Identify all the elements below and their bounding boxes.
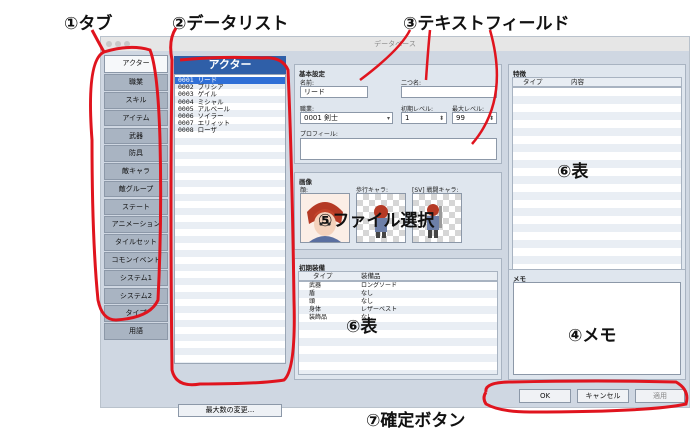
- stepper-arrows-icon[interactable]: ⬍: [439, 113, 444, 123]
- tab-common-events[interactable]: コモンイベント: [104, 252, 168, 269]
- ok-button[interactable]: OK: [519, 389, 571, 403]
- tab-enemies[interactable]: 敵キャラ: [104, 163, 168, 180]
- table-row[interactable]: 装飾品 なし: [299, 314, 497, 322]
- tab-items[interactable]: アイテム: [104, 109, 168, 127]
- equipment-type-cell: 身体: [309, 306, 322, 313]
- equipment-table[interactable]: 武器 ロングソード 盾 なし 頭 なし 身体 レザーベスト 装飾品 なし: [298, 281, 498, 375]
- tab-armors[interactable]: 防具: [104, 145, 168, 162]
- tab-skills[interactable]: スキル: [104, 91, 168, 109]
- traits-table-header: タイプ 内容: [512, 77, 682, 87]
- tab-column: アクター 職業 スキル アイテム 武器 防具 敵キャラ 敵グループ ステート ア…: [104, 55, 168, 341]
- equipment-group: 初期装備 タイプ 装備品 武器 ロングソード 盾 なし 頭 なし 身体 レザーベ…: [294, 258, 502, 380]
- initial-level-value: 1: [405, 114, 410, 122]
- profile-label: プロフィール:: [300, 131, 338, 138]
- equipment-item-cell: なし: [361, 298, 374, 305]
- tab-system1[interactable]: システム1: [104, 269, 168, 287]
- close-dot-icon[interactable]: [106, 41, 112, 47]
- tab-actors[interactable]: アクター: [104, 55, 168, 73]
- table-row[interactable]: 頭 なし: [299, 298, 497, 306]
- annotation-datalist: ②データリスト: [172, 14, 289, 34]
- minimize-dot-icon[interactable]: [115, 41, 121, 47]
- equipment-col-item: 装備品: [361, 272, 381, 280]
- class-select[interactable]: 0001 剣士 ▾: [300, 112, 393, 124]
- annotation-equipment-table: ⑥表: [346, 317, 378, 337]
- apply-button[interactable]: 適用: [635, 389, 685, 403]
- table-row[interactable]: 武器 ロングソード: [299, 282, 497, 290]
- traits-col-type: タイプ: [523, 78, 543, 86]
- max-level-value: 99: [456, 114, 465, 122]
- tab-terms[interactable]: 用語: [104, 323, 168, 340]
- tab-types[interactable]: タイプ: [104, 305, 168, 322]
- basic-settings-title: 基本設定: [299, 70, 325, 78]
- table-row[interactable]: 盾 なし: [299, 290, 497, 298]
- profile-field[interactable]: [300, 138, 497, 160]
- equipment-type-cell: 装飾品: [309, 314, 328, 321]
- data-list-panel: アクター 0001 リード 0002 プリシア 0003 ゲイル 0004 ミシ…: [174, 56, 286, 417]
- table-row[interactable]: 身体 レザーベスト: [299, 306, 497, 314]
- equipment-item-cell: ロングソード: [361, 282, 398, 289]
- equipment-type-cell: 武器: [309, 282, 322, 289]
- traits-group: 特徴 タイプ 内容: [508, 64, 686, 293]
- annotation-tab: ①タブ: [64, 14, 113, 34]
- cancel-button[interactable]: キャンセル: [577, 389, 629, 403]
- basic-settings-group: 基本設定 名前: リード 二つ名: 職業: 0001 剣士 ▾ 初期レベル: 1…: [294, 64, 502, 164]
- initial-level-stepper[interactable]: 1 ⬍: [401, 112, 447, 124]
- max-level-stepper[interactable]: 99 ⬍: [452, 112, 497, 124]
- annotation-textfield: ③テキストフィールド: [403, 14, 570, 34]
- data-list[interactable]: 0001 リード 0002 プリシア 0003 ゲイル 0004 ミシャル 00…: [174, 74, 286, 364]
- nickname-field[interactable]: [401, 86, 497, 98]
- chevron-down-icon: ▾: [386, 115, 390, 122]
- tab-classes[interactable]: 職業: [104, 74, 168, 91]
- annotation-confirm: ⑦確定ボタン: [366, 411, 466, 431]
- stepper-arrows-icon[interactable]: ⬍: [489, 113, 494, 123]
- data-list-header: アクター: [174, 56, 286, 74]
- equipment-type-cell: 盾: [309, 290, 316, 297]
- name-field[interactable]: リード: [300, 86, 368, 98]
- tab-weapons[interactable]: 武器: [104, 127, 168, 145]
- change-maximum-button[interactable]: 最大数の変更...: [178, 404, 282, 417]
- window-title: データベース: [374, 40, 416, 48]
- window-titlebar: データベース: [101, 37, 689, 51]
- zoom-dot-icon[interactable]: [124, 41, 130, 47]
- equipment-type-cell: 頭: [309, 298, 316, 305]
- tab-troops[interactable]: 敵グループ: [104, 180, 168, 198]
- equipment-table-header: タイプ 装備品: [298, 271, 498, 281]
- equipment-item-cell: なし: [361, 290, 374, 297]
- tab-tilesets[interactable]: タイルセット: [104, 234, 168, 251]
- tab-states[interactable]: ステート: [104, 198, 168, 216]
- equipment-col-type: タイプ: [313, 272, 333, 280]
- traits-col-content: 内容: [571, 78, 584, 86]
- annotation-traits-table: ⑥表: [557, 162, 589, 182]
- traits-table[interactable]: [512, 87, 682, 289]
- annotation-fileselect: ⑤ファイル選択: [318, 211, 435, 231]
- annotation-memo: ④メモ: [568, 326, 617, 346]
- list-item[interactable]: 0008 ローザ: [175, 127, 285, 134]
- tab-animations[interactable]: アニメーション: [104, 216, 168, 234]
- tab-system2[interactable]: システム2: [104, 287, 168, 305]
- class-select-value: 0001 剣士: [304, 114, 339, 122]
